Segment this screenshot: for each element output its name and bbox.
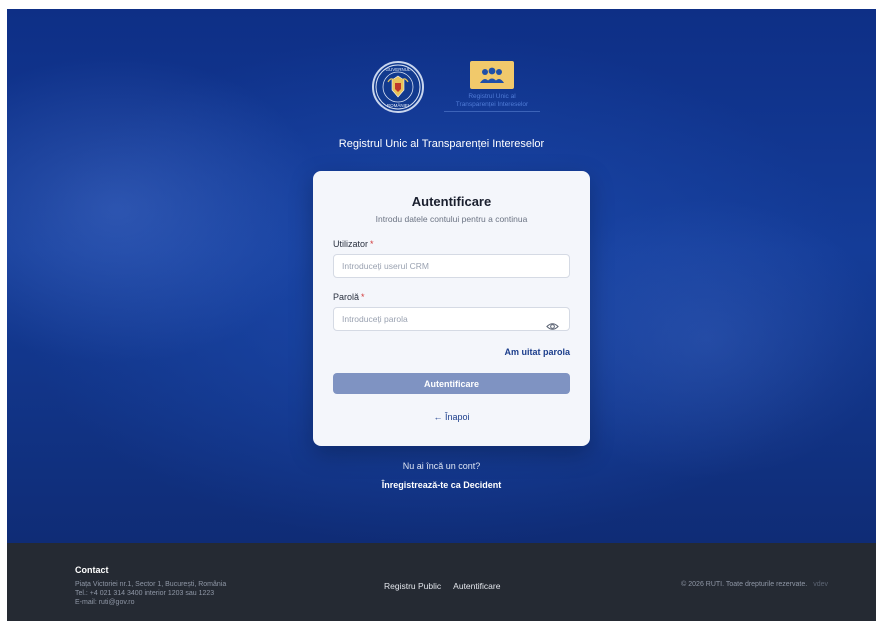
password-input[interactable]: [333, 307, 570, 331]
back-link[interactable]: ← Înapoi: [313, 412, 590, 422]
footer-address: Piața Victoriei nr.1, Sector 1, Bucureșt…: [75, 581, 227, 588]
footer-contact-title: Contact: [75, 565, 109, 575]
seal-text-bottom: ROMÂNIEI: [387, 102, 409, 108]
version-label: vdev: [813, 581, 828, 588]
ruti-logo-text-2: Transparenței Intereselor: [455, 101, 529, 108]
login-title: Autentificare: [411, 194, 492, 209]
footer: Contact Piața Victoriei nr.1, Sector 1, …: [7, 543, 876, 621]
password-label: Parolă *: [333, 292, 365, 302]
hero-background: GUVERNUL ROMÂNIEI Registrul Unic al Tran…: [7, 9, 876, 543]
login-submit-button[interactable]: Autentificare: [333, 373, 570, 394]
footer-email: E-mail: ruti@gov.ro: [75, 599, 135, 606]
people-group-icon: [470, 61, 514, 89]
username-label: Utilizator *: [333, 239, 374, 249]
eye-icon[interactable]: [545, 319, 559, 333]
username-label-text: Utilizator: [333, 239, 369, 249]
no-account-prompt: Nu ai încă un cont?: [402, 461, 481, 471]
ruti-logo-text: Registrul Unic al Transparenței Interese…: [456, 93, 528, 109]
required-mark: *: [361, 292, 365, 302]
site-title: Registrul Unic al Transparenței Interese…: [338, 138, 545, 150]
page-frame: GUVERNUL ROMÂNIEI Registrul Unic al Tran…: [7, 9, 876, 621]
logo-row: GUVERNUL ROMÂNIEI Registrul Unic al Tran…: [372, 61, 542, 113]
ruti-logo-text-1: Registrul Unic al: [468, 93, 516, 100]
forgot-password-link[interactable]: Am uitat parola: [504, 347, 570, 357]
footer-copyright: © 2026 RUTI. Toate drepturile rezervate.…: [681, 581, 828, 588]
ruti-logo-underline: [444, 111, 540, 112]
seal-text-top: GUVERNUL: [385, 67, 411, 72]
footer-phone: Tel.: +4 021 314 3400 interior 1203 sau …: [75, 590, 215, 597]
footer-link-registru-public[interactable]: Registru Public: [384, 581, 441, 591]
footer-links: Registru Public Autentificare: [384, 581, 500, 591]
required-mark: *: [370, 239, 374, 249]
ruti-logo: Registrul Unic al Transparenței Interese…: [442, 61, 542, 112]
username-input[interactable]: [333, 254, 570, 278]
footer-link-autentificare[interactable]: Autentificare: [453, 581, 500, 591]
password-label-text: Parolă: [333, 292, 360, 302]
romanian-government-seal-icon: GUVERNUL ROMÂNIEI: [372, 61, 424, 113]
register-decident-link[interactable]: Înregistrează-te ca Decident: [7, 480, 876, 490]
copyright-text: © 2026 RUTI. Toate drepturile rezervate.: [681, 581, 808, 588]
login-card: Autentificare Introdu datele contului pe…: [313, 171, 590, 446]
login-subtitle: Introdu datele contului pentru a continu…: [375, 214, 528, 224]
